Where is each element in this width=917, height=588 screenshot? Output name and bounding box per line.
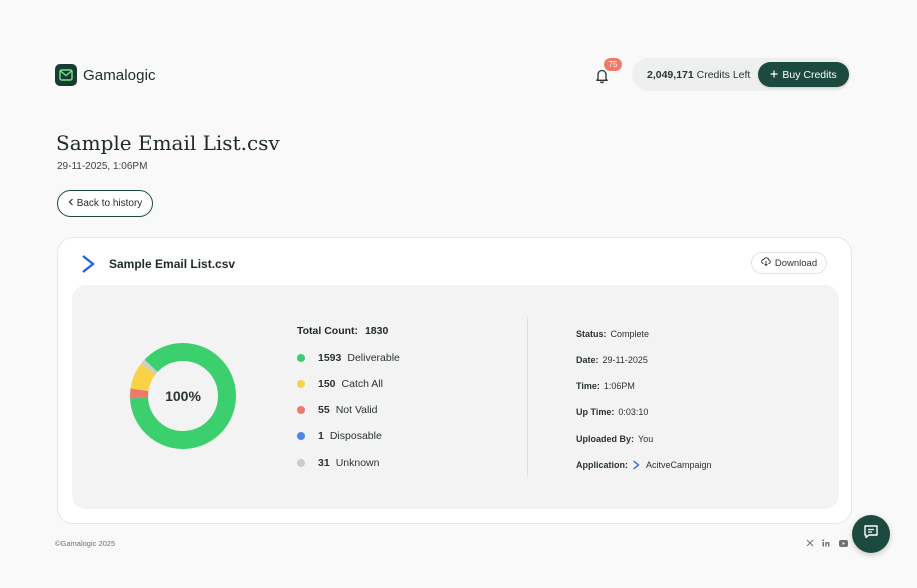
legend-count: 150 [318, 378, 336, 390]
total-count: Total Count: 1830 [297, 325, 388, 337]
credits-pill: 2,049,171 Credits Left Buy Credits [632, 58, 851, 91]
meta-value: You [638, 434, 654, 444]
buy-credits-label: Buy Credits [782, 68, 837, 81]
cloud-download-icon [761, 257, 771, 269]
brand-name: Gamalogic [83, 66, 156, 84]
summary-panel: 100% Total Count: 1830 1593 Deliverable … [72, 285, 839, 509]
legend-dot [297, 380, 305, 388]
linkedin-icon[interactable] [821, 538, 831, 548]
credits-value: 2,049,171 [647, 69, 694, 81]
mail-logo-icon [55, 64, 77, 86]
meta-status: Status: Complete [576, 329, 649, 339]
meta-value: 1:06PM [603, 381, 635, 391]
meta-uptime: Up Time: 0:03:10 [576, 407, 648, 417]
download-label: Download [774, 257, 818, 269]
legend-count: 31 [318, 457, 330, 469]
meta-label: Status: [576, 329, 607, 339]
divider [527, 317, 528, 477]
activecampaign-icon [632, 460, 640, 470]
legend-catch-all: 150 Catch All [297, 378, 383, 390]
back-to-history-button[interactable]: Back to history [57, 190, 153, 217]
total-label: Total Count: [297, 325, 359, 337]
buy-credits-button[interactable]: Buy Credits [758, 62, 849, 87]
meta-value: Complete [610, 329, 650, 339]
legend-dot [297, 459, 305, 467]
youtube-icon[interactable] [838, 538, 848, 548]
meta-time: Time: 1:06PM [576, 381, 635, 391]
file-name: Sample Email List.csv [109, 257, 236, 271]
legend-count: 1 [318, 430, 324, 442]
total-value: 1830 [364, 325, 389, 337]
meta-uploaded-by: Uploaded By: You [576, 434, 653, 444]
legend-dot [297, 406, 305, 414]
legend-unknown: 31 Unknown [297, 457, 379, 469]
result-card: Sample Email List.csv Download 100% Tota… [57, 237, 852, 524]
legend-label: Catch All [341, 378, 383, 390]
download-button[interactable]: Download [751, 252, 827, 274]
page-subtitle: 29-11-2025, 1:06PM [57, 161, 148, 172]
legend-disposable: 1 Disposable [297, 430, 382, 442]
chevron-left-icon [68, 198, 74, 209]
meta-label: Time: [576, 381, 600, 391]
chat-icon [863, 524, 879, 544]
x-icon[interactable] [805, 538, 815, 548]
page-title: Sample Email List.csv [56, 131, 280, 155]
activecampaign-icon [80, 254, 96, 279]
credits-label: Credits Left [696, 69, 751, 81]
legend-label: Not Valid [335, 404, 378, 416]
legend-dot [297, 354, 305, 362]
credits-text: 2,049,171 Credits Left [647, 69, 750, 81]
meta-value: AcitveCampaign [646, 460, 712, 470]
back-label: Back to history [76, 198, 143, 209]
meta-value: 29-11-2025 [602, 355, 648, 365]
meta-application: Application: AcitveCampaign [576, 460, 712, 470]
meta-label: Date: [576, 355, 599, 365]
donut-center-label: 100% [165, 388, 201, 404]
notification-badge: 75 [604, 58, 622, 71]
meta-label: Up Time: [576, 407, 615, 417]
legend-label: Disposable [329, 430, 382, 442]
legend-count: 1593 [318, 352, 342, 364]
legend-label: Unknown [335, 457, 380, 469]
legend-label: Deliverable [347, 352, 400, 364]
meta-date: Date: 29-11-2025 [576, 355, 648, 365]
legend-deliverable: 1593 Deliverable [297, 352, 400, 364]
footer-copyright: ©Gamalogic 2025 [55, 539, 116, 548]
chat-button[interactable] [852, 515, 890, 553]
legend-not-valid: 55 Not Valid [297, 404, 378, 416]
legend-dot [297, 432, 305, 440]
plus-icon [770, 69, 778, 81]
brand-logo[interactable]: Gamalogic [55, 64, 156, 86]
meta-label: Uploaded By: [576, 434, 635, 444]
legend-count: 55 [318, 404, 330, 416]
meta-label: Application: [576, 460, 628, 470]
meta-value: 0:03:10 [618, 407, 649, 417]
